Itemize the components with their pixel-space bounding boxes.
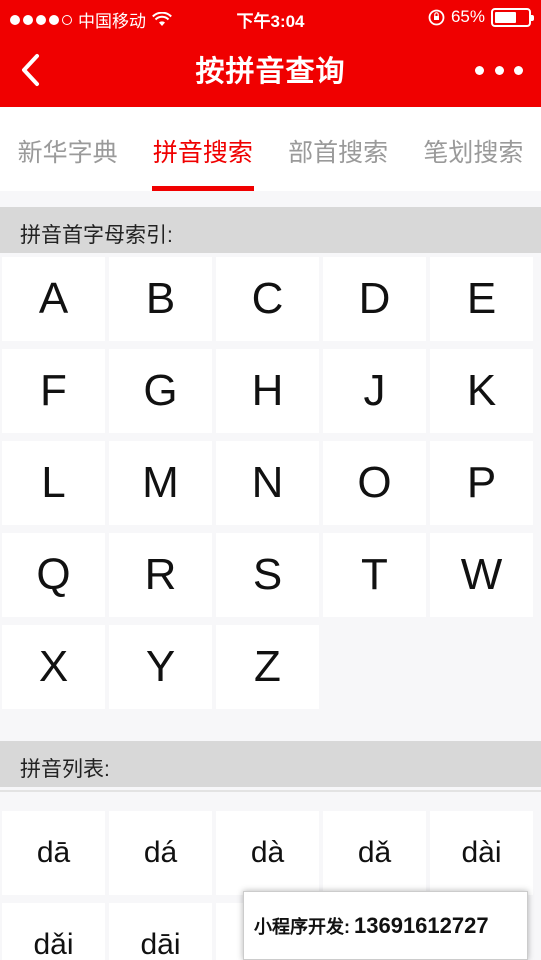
pinyin-list-header: 拼音列表: (0, 741, 541, 787)
letter-label: G (143, 366, 178, 415)
developer-contact-banner[interactable]: 小程序开发: 13691612727 (243, 891, 528, 960)
letter-label: L (41, 458, 66, 507)
letter-label: A (38, 274, 69, 323)
promo-phone: 13691612727 (354, 912, 489, 938)
orientation-lock-icon (428, 9, 445, 25)
pinyin-label: dá (143, 836, 178, 869)
pinyin-cell[interactable]: dá (109, 811, 212, 895)
letter-cell[interactable]: R (109, 533, 212, 617)
letter-index-header: 拼音首字母索引: (0, 207, 541, 253)
letter-cell[interactable]: X (2, 625, 105, 709)
letter-label: P (466, 458, 497, 507)
letter-label: C (251, 274, 284, 323)
top-bar: 中国移动 下午3:04 65% 按拼音查询 (0, 0, 541, 107)
promo-label: 小程序开发: (254, 916, 350, 937)
letter-label: X (38, 642, 69, 691)
letter-cell[interactable]: Q (2, 533, 105, 617)
letter-cell[interactable]: A (2, 257, 105, 341)
letter-label: B (145, 274, 176, 323)
letter-cell[interactable]: F (2, 349, 105, 433)
pinyin-cell[interactable]: dǎ (323, 811, 426, 895)
letter-label: H (251, 366, 284, 415)
letter-cell[interactable]: Z (216, 625, 319, 709)
letter-label: K (466, 366, 497, 415)
letter-label: T (361, 550, 388, 599)
letter-cell[interactable]: Y (109, 625, 212, 709)
letter-label: M (142, 458, 179, 507)
letter-label: Y (145, 642, 176, 691)
more-dots-icon (475, 65, 484, 75)
letter-cell[interactable]: M (109, 441, 212, 525)
letter-label: R (144, 550, 177, 599)
letter-cell[interactable]: L (2, 441, 105, 525)
letter-cell[interactable]: J (323, 349, 426, 433)
more-options-button[interactable] (475, 56, 523, 84)
status-bar: 中国移动 下午3:04 65% (0, 0, 541, 34)
letter-cell[interactable]: P (430, 441, 533, 525)
tab-bar: 新华字典 拼音搜索 部首搜索 笔划搜索 (0, 107, 541, 191)
letter-label: E (466, 274, 497, 323)
pinyin-cell[interactable]: dǎi (2, 903, 105, 960)
tab-pinyin-search[interactable]: 拼音搜索 (135, 107, 270, 191)
pinyin-cell[interactable]: dā (2, 811, 105, 895)
letter-cell[interactable]: C (216, 257, 319, 341)
letter-cell[interactable]: B (109, 257, 212, 341)
pinyin-label: dà (250, 836, 285, 869)
letter-cell[interactable]: K (430, 349, 533, 433)
letter-label: Z (254, 642, 281, 691)
tab-stroke-search[interactable]: 笔划搜索 (406, 107, 541, 191)
pinyin-cell[interactable]: dài (430, 811, 533, 895)
letter-cell[interactable]: S (216, 533, 319, 617)
pinyin-label: dǎi (33, 928, 74, 960)
pinyin-label: dài (461, 836, 502, 869)
letter-cell[interactable]: O (323, 441, 426, 525)
pinyin-cell[interactable]: dà (216, 811, 319, 895)
letter-cell[interactable]: W (430, 533, 533, 617)
letter-cell[interactable]: T (323, 533, 426, 617)
pinyin-label: dǎ (357, 836, 392, 869)
letter-cell[interactable]: N (216, 441, 319, 525)
letter-label: O (357, 458, 392, 507)
divider (0, 790, 541, 792)
letter-cell[interactable]: D (323, 257, 426, 341)
letter-label: D (358, 274, 391, 323)
page-title: 按拼音查询 (195, 56, 346, 88)
letter-label: J (363, 366, 386, 415)
letter-label: Q (36, 550, 71, 599)
letter-cell[interactable]: G (109, 349, 212, 433)
battery-fill (495, 11, 516, 23)
pinyin-label: dāi (140, 928, 181, 960)
tab-xinhua-dictionary[interactable]: 新华字典 (0, 107, 135, 191)
tab-radical-search[interactable]: 部首搜索 (271, 107, 406, 191)
letter-label: S (252, 550, 283, 599)
battery-icon (491, 7, 534, 27)
battery-percent: 65% (450, 7, 485, 26)
pinyin-label: dā (36, 836, 71, 869)
letter-label: F (40, 366, 67, 415)
letter-cell[interactable]: E (430, 257, 533, 341)
letter-label: N (251, 458, 284, 507)
pinyin-cell[interactable]: dāi (109, 903, 212, 960)
status-right: 65% (428, 7, 534, 27)
letter-cell[interactable]: H (216, 349, 319, 433)
letter-label: W (460, 550, 503, 599)
